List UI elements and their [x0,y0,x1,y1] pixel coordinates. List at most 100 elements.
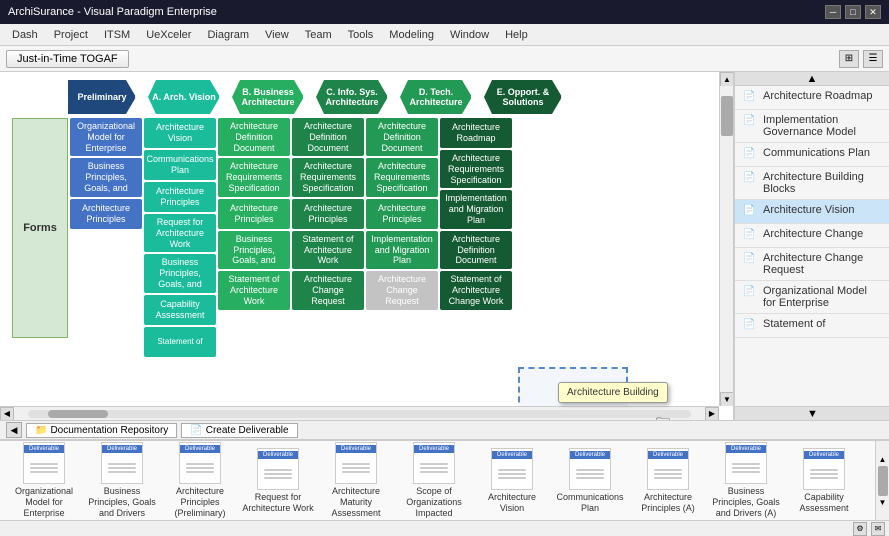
menu-modeling[interactable]: Modeling [381,27,442,43]
cell-b-1[interactable]: Architecture Requirements Specification [218,158,290,196]
cell-e-1[interactable]: Architecture Requirements Specification [440,150,512,188]
panel-item-8[interactable]: 📄 Statement of [735,314,889,338]
cell-b-3[interactable]: Business Principles, Goals, and [218,231,290,269]
menu-project[interactable]: Project [46,27,96,43]
scroll-up-button[interactable]: ▲ [720,72,734,86]
close-button[interactable]: ✕ [865,5,881,19]
cell-prelim-2[interactable]: Architecture Principles [70,199,142,229]
scroll-thumb[interactable] [48,410,108,418]
deliverable-0[interactable]: Organizational Model for Enterprise [8,442,80,518]
deliverable-2[interactable]: Architecture Principles (Preliminary) [164,442,236,518]
cell-c-1[interactable]: Architecture Requirements Specification [292,158,364,196]
statusbar: ⚙ ✉ [0,520,889,536]
diagram-canvas[interactable]: Preliminary A. Arch. Vision B. Business … [0,72,734,420]
cell-e-0[interactable]: Architecture Roadmap [440,118,512,148]
scroll-track[interactable] [28,410,691,418]
panel-item-3[interactable]: 📄 Architecture Building Blocks [735,167,889,200]
panel-item-5[interactable]: 📄 Architecture Change [735,224,889,248]
phase-c[interactable]: C. Info. Sys. Architecture [316,80,388,114]
del-scroll-up[interactable]: ▲ [879,455,887,464]
cell-c-2[interactable]: Architecture Principles [292,199,364,229]
panel-item-1[interactable]: 📄 Implementation Governance Model [735,110,889,143]
cell-a-3[interactable]: Request for Architecture Work [144,214,216,252]
deliverable-8[interactable]: Architecture Principles (A) [632,448,704,514]
phase-preliminary[interactable]: Preliminary [68,80,136,114]
cell-a-4[interactable]: Business Principles, Goals, and [144,254,216,292]
cell-prelim-1[interactable]: Business Principles, Goals, and [70,158,142,196]
deliverable-4[interactable]: Architecture Maturity Assessment [320,442,392,518]
deliverables-scrollbar[interactable]: ▲ ▼ [875,441,889,520]
maximize-button[interactable]: □ [845,5,861,19]
cell-d-popup[interactable]: Architecture Change Request [366,271,438,309]
deliverable-icon-9 [725,442,767,484]
nav-left-button[interactable]: ◀ [6,422,22,438]
deliverable-9[interactable]: Business Principles, Goals and Drivers (… [710,442,782,518]
menu-itsm[interactable]: ITSM [96,27,138,43]
status-icon-2[interactable]: ✉ [871,522,885,536]
cell-a-5[interactable]: Capability Assessment [144,295,216,325]
panel-item-0[interactable]: 📄 Architecture Roadmap [735,86,889,110]
doc-icon-2: 📄 [743,148,757,160]
menu-view[interactable]: View [257,27,297,43]
vertical-scrollbar[interactable]: ▲ ▼ [719,72,733,406]
create-deliverable-button[interactable]: 📄 Create Deliverable [181,423,297,438]
panel-item-4[interactable]: 📄 Architecture Vision [735,200,889,224]
deliverable-10[interactable]: Capability Assessment [788,448,860,514]
cell-d-3[interactable]: Implementation and Migration Plan [366,231,438,269]
doc-repo-tab[interactable]: 📁 Documentation Repository [26,423,177,438]
scroll-down-button[interactable]: ▼ [720,392,734,406]
cell-a-0[interactable]: Architecture Vision [144,118,216,148]
panel-item-2[interactable]: 📄 Communications Plan [735,143,889,167]
minimize-button[interactable]: ─ [825,5,841,19]
cell-e-2[interactable]: Implementation and Migration Plan [440,190,512,228]
cell-e-3[interactable]: Architecture Definition Document [440,231,512,269]
del-scroll-thumb[interactable] [878,466,888,496]
togaf-button[interactable]: Just-in-Time TOGAF [6,50,129,68]
menu-tools[interactable]: Tools [340,27,382,43]
cell-c-3[interactable]: Statement of Architecture Work [292,231,364,269]
deliverable-7[interactable]: Communications Plan [554,448,626,514]
phase-e[interactable]: E. Opport. & Solutions [484,80,562,114]
cell-d-2[interactable]: Architecture Principles [366,199,438,229]
deliverable-1[interactable]: Business Principles, Goals and Drivers [86,442,158,518]
cell-b-2[interactable]: Architecture Principles [218,199,290,229]
cell-c-4[interactable]: Architecture Change Request [292,271,364,309]
panel-item-7[interactable]: 📄 Organizational Model for Enterprise [735,281,889,314]
deliverable-3[interactable]: Request for Architecture Work [242,448,314,514]
status-icon-1[interactable]: ⚙ [853,522,867,536]
toolbar-icon-1[interactable]: ⊞ [839,50,859,68]
vert-scroll-track[interactable] [720,86,733,406]
cell-a-6[interactable]: Statement of [144,327,216,357]
panel-item-6[interactable]: 📄 Architecture Change Request [735,248,889,281]
panel-scroll-down[interactable]: ▼ [735,406,889,420]
cell-e-4[interactable]: Statement of Architecture Change Work [440,271,512,309]
cell-b-4[interactable]: Statement of Architecture Work [218,271,290,309]
cell-d-0[interactable]: Architecture Definition Document [366,118,438,156]
del-scroll-down[interactable]: ▼ [879,498,887,507]
cell-a-2[interactable]: Architecture Principles [144,182,216,212]
deliverable-6[interactable]: Architecture Vision [476,448,548,514]
phase-b[interactable]: B. Business Architecture [232,80,304,114]
scroll-left-button[interactable]: ◀ [0,407,14,421]
toolbar-icon-2[interactable]: ☰ [863,50,883,68]
menu-uexceler[interactable]: UeXceler [138,27,199,43]
cell-b-0[interactable]: Architecture Definition Document [218,118,290,156]
deliverable-icon-7 [569,448,611,490]
cell-a-1[interactable]: Communications Plan [144,150,216,180]
menu-diagram[interactable]: Diagram [199,27,257,43]
menu-dash[interactable]: Dash [4,27,46,43]
cell-prelim-0[interactable]: Organizational Model for Enterprise [70,118,142,156]
deliverable-5[interactable]: Scope of Organizations Impacted [398,442,470,518]
scroll-right-button[interactable]: ▶ [705,407,719,421]
cell-c-0[interactable]: Architecture Definition Document [292,118,364,156]
window-controls[interactable]: ─ □ ✕ [825,5,881,19]
menu-help[interactable]: Help [497,27,536,43]
menu-window[interactable]: Window [442,27,497,43]
menu-team[interactable]: Team [297,27,340,43]
panel-scroll-up[interactable]: ▲ [735,72,889,86]
cell-d-1[interactable]: Architecture Requirements Specification [366,158,438,196]
phase-d[interactable]: D. Tech. Architecture [400,80,472,114]
vert-scroll-thumb[interactable] [721,96,733,136]
phase-a[interactable]: A. Arch. Vision [148,80,220,114]
horizontal-scrollbar[interactable]: ◀ ▶ [0,406,719,420]
